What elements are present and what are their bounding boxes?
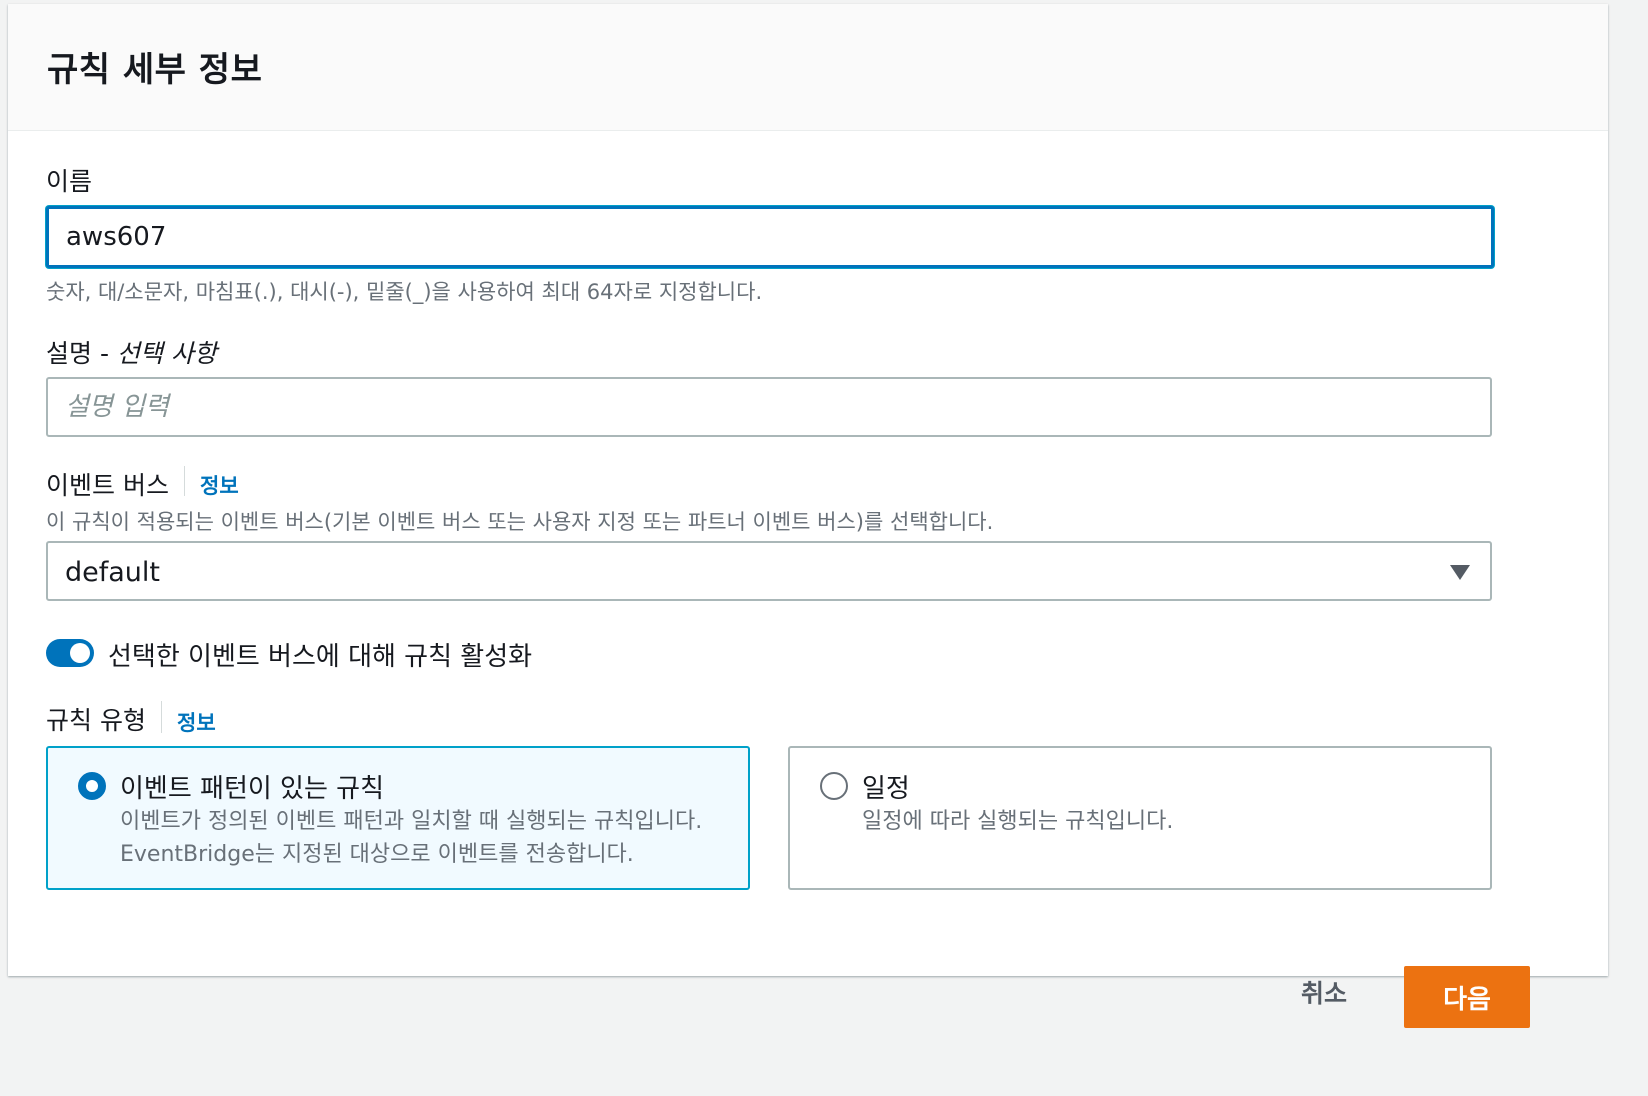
event-bus-info-link[interactable]: 정보 [200,470,239,500]
enable-rule-toggle[interactable] [46,639,94,667]
description-input[interactable] [46,377,1492,437]
name-label: 이름 [46,167,93,196]
option-title: 일정 [862,774,910,804]
option-description-line: 이벤트가 정의된 이벤트 패턴과 일치할 때 실행되는 규칙입니다. [120,809,703,834]
event-bus-label: 이벤트 버스 [46,471,169,500]
rule-details-panel: 규칙 세부 정보 이름 숫자, 대/소문자, 마침표(.), 대시(-), 밑줄… [8,4,1608,976]
cancel-button[interactable]: 취소 [1274,962,1374,1022]
toggle-knob [70,643,90,663]
event-bus-select[interactable]: default [46,541,1492,601]
name-hint: 숫자, 대/소문자, 마침표(.), 대시(-), 밑줄(_)을 사용하여 최대… [46,280,763,304]
rule-type-option-schedule[interactable]: 일정 일정에 따라 실행되는 규칙입니다. [788,746,1492,890]
option-description: 일정에 따라 실행되는 규칙입니다. [862,809,1174,834]
event-bus-hint: 이 규칙이 적용되는 이벤트 버스(기본 이벤트 버스 또는 사용자 지정 또는… [46,510,994,534]
option-description: 이벤트가 정의된 이벤트 패턴과 일치할 때 실행되는 규칙입니다. EventB… [120,805,702,871]
rule-type-info-link[interactable]: 정보 [177,707,216,737]
caret-down-icon [1450,565,1470,580]
name-input[interactable] [46,206,1494,268]
radio-unselected-icon[interactable] [820,772,848,800]
rule-type-option-event-pattern[interactable]: 이벤트 패턴이 있는 규칙 이벤트가 정의된 이벤트 패턴과 일치할 때 실행되… [46,746,750,890]
option-description-line: EventBridge는 지정된 대상으로 이벤트를 전송합니다. [120,842,634,867]
event-bus-selected-value: default [65,557,161,588]
label-divider [161,701,162,733]
radio-selected-icon[interactable] [78,772,106,800]
panel-header: 규칙 세부 정보 [8,4,1608,131]
description-optional: 선택 사항 [116,339,217,368]
description-label: 설명 - 선택 사항 [46,334,217,370]
panel-title: 규칙 세부 정보 [47,50,263,90]
option-title: 이벤트 패턴이 있는 규칙 [120,774,384,804]
description-label-text: 설명 - [46,339,117,368]
rule-type-label: 규칙 유형 [46,706,146,735]
next-button[interactable]: 다음 [1404,966,1530,1028]
enable-rule-label: 선택한 이벤트 버스에 대해 규칙 활성화 [108,642,533,672]
label-divider [184,466,185,496]
